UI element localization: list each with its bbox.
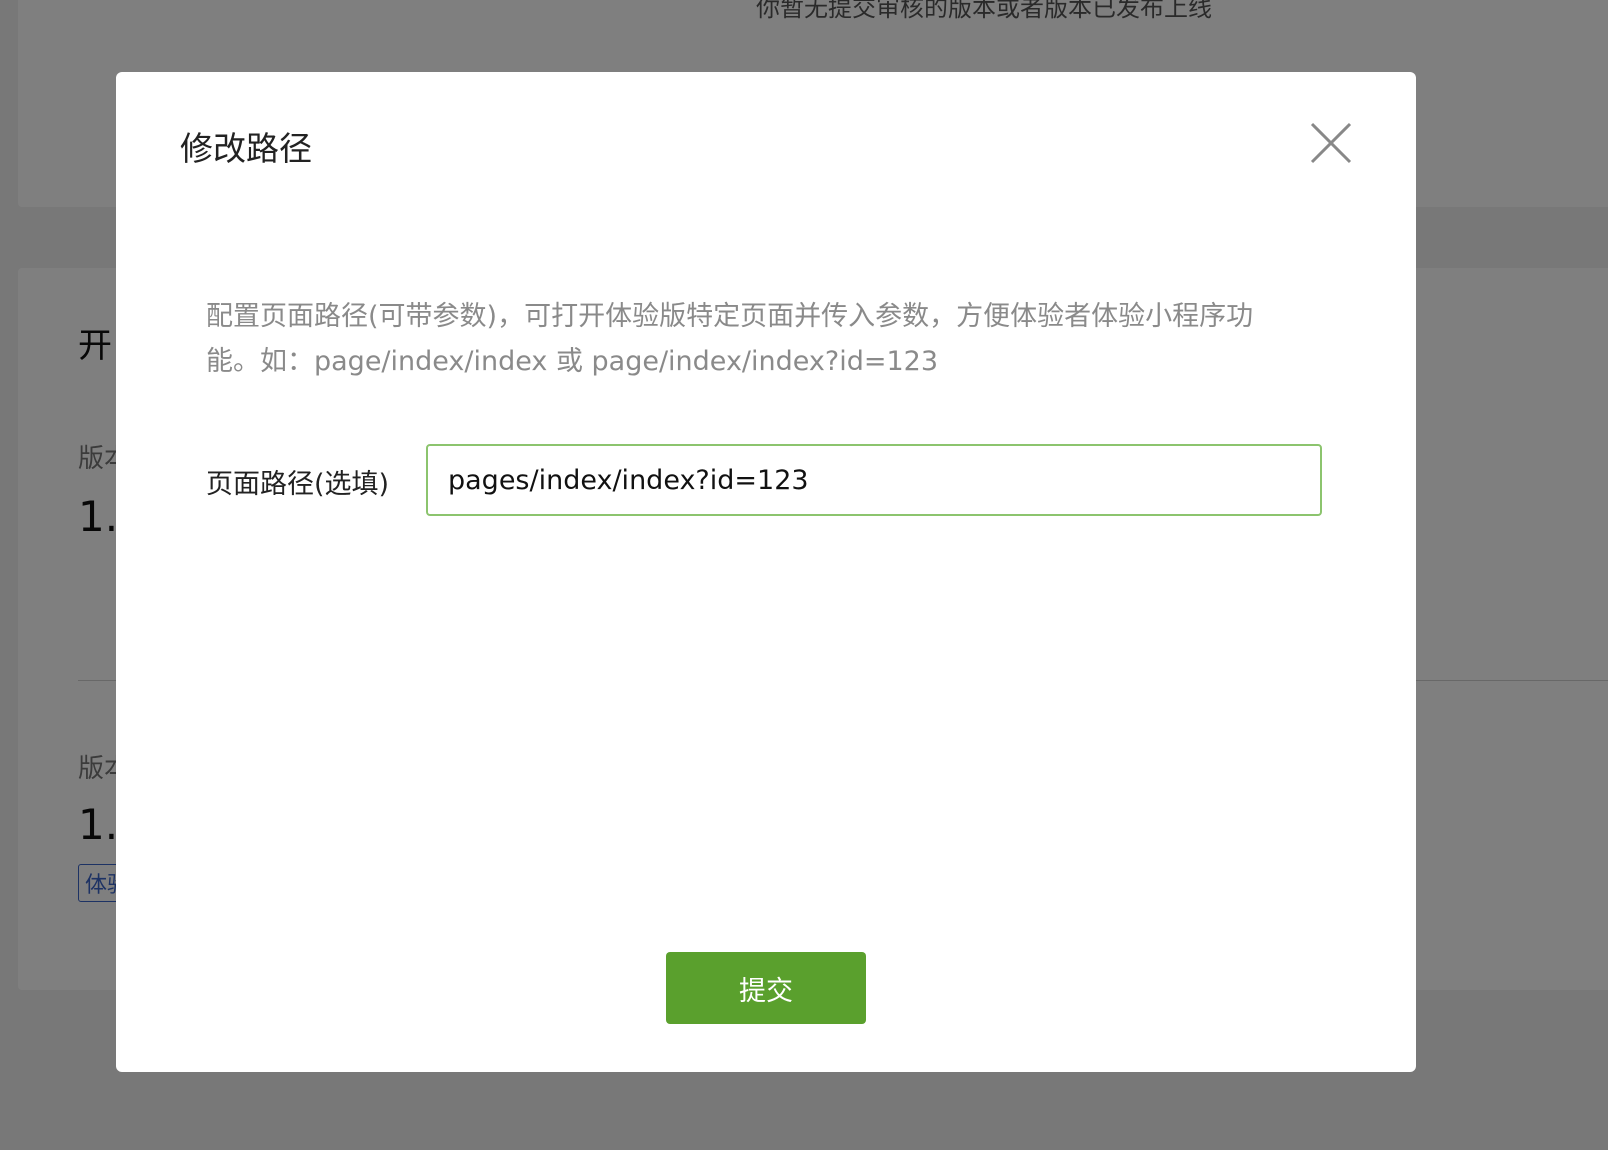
close-button[interactable] bbox=[1310, 122, 1352, 164]
submit-button[interactable]: 提交 bbox=[666, 952, 866, 1024]
close-icon bbox=[1310, 122, 1352, 164]
path-field-label: 页面路径(选填) bbox=[206, 469, 390, 500]
dialog-description: 配置页面路径(可带参数)，可打开体验版特定页面并传入参数，方便体验者体验小程序功… bbox=[206, 301, 1254, 377]
path-form-row: 页面路径(选填) bbox=[206, 444, 1326, 516]
path-input[interactable] bbox=[426, 444, 1322, 516]
dialog-title: 修改路径 bbox=[180, 129, 312, 168]
modify-path-dialog: 修改路径 配置页面路径(可带参数)，可打开体验版特定页面并传入参数，方便体验者体… bbox=[116, 72, 1416, 1072]
